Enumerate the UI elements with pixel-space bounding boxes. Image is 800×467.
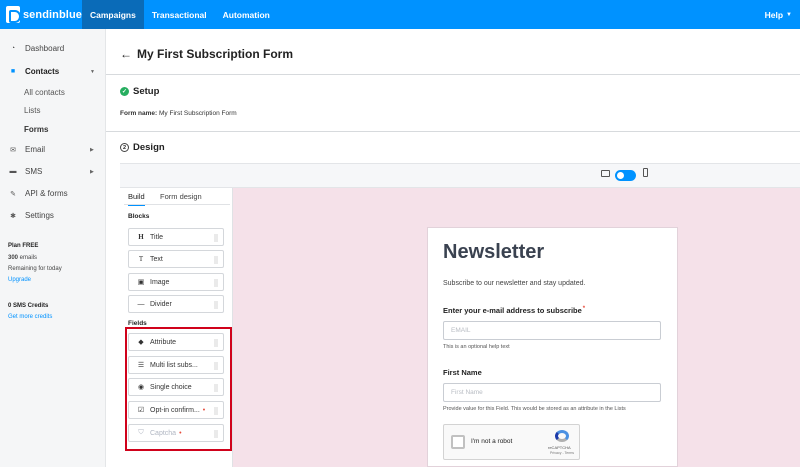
plan-emails: 300 emails [8,255,37,261]
block-title[interactable]: H Title [128,228,224,246]
drag-handle-icon[interactable] [214,234,218,242]
logo-text: sendinblue [22,8,82,21]
divider [106,74,800,75]
email-field[interactable]: EMAIL [443,321,661,340]
drag-handle-icon[interactable] [214,301,218,309]
sidebar-subitem-all-contacts[interactable]: All contacts [24,88,65,97]
plan-title: Plan FREE [8,243,39,249]
block-divider[interactable]: — Divider [128,295,224,313]
sidebar-item-label: API & forms [25,189,68,198]
plan-emails-label: emails [18,255,38,261]
sidebar-item-sms[interactable]: ▬ SMS ▶ [8,167,94,176]
setup-heading[interactable]: ✓ Setup [120,86,159,97]
tab-form-design[interactable]: Form design [160,192,202,204]
divider [106,131,800,132]
drag-handle-icon[interactable] [214,279,218,287]
recaptcha-widget[interactable]: I'm not a robot reCAPTCHA Privacy - Term… [443,424,580,460]
text-icon: T [138,255,144,263]
recaptcha-label: I'm not a robot [471,438,513,445]
sidebar-item-api-forms[interactable]: ✎ API & forms [8,189,68,198]
setup-heading-text: Setup [133,86,160,97]
top-navigation-bar: sendinblue Campaigns Transactional Autom… [0,0,800,29]
recaptcha-checkbox[interactable] [451,435,465,449]
fields-highlight-box [125,327,232,451]
check-circle-icon: ✓ [120,87,129,96]
sidebar-item-label: Email [25,145,46,154]
blocks-heading: Blocks [128,213,150,220]
help-menu[interactable]: Help ▼ [765,0,800,29]
design-heading[interactable]: 2 Design [120,142,165,153]
firstname-label[interactable]: First Name [443,368,482,377]
desktop-icon[interactable] [601,170,610,177]
block-label: Image [150,278,170,286]
firstname-help-text: Provide value for this Field. This would… [443,406,626,412]
sidebar-item-label: SMS [25,167,43,176]
email-help-text: This is an optional help text [443,344,510,350]
form-name-label: Form name: [120,110,158,117]
sidebar-subitem-forms[interactable]: Forms [24,125,48,134]
chevron-right-icon: ▶ [90,168,94,175]
sidebar-item-contacts[interactable]: ■ Contacts ▼ [8,67,95,76]
page-title-text: My First Subscription Form [137,47,294,61]
email-icon: ✉ [10,146,16,154]
sidebar-item-settings[interactable]: ✱ Settings [8,211,54,220]
required-star-icon: * [582,306,586,312]
gear-icon: ✱ [10,212,16,220]
sidebar-item-label: Dashboard [25,44,65,53]
form-preview-card: Newsletter Subscribe to our newsletter a… [427,227,678,467]
form-name-row: Form name: My First Subscription Form [120,110,237,117]
form-name-value: My First Subscription Form [159,110,237,117]
block-label: Title [150,233,163,241]
get-more-credits-link[interactable]: Get more credits [8,314,52,320]
image-icon: ▣ [137,279,145,286]
sidebar-item-label: Settings [25,211,54,220]
recaptcha-logo-icon [555,430,569,442]
sidebar-item-email[interactable]: ✉ Email ▶ [8,145,94,154]
nav-campaigns[interactable]: Campaigns [82,0,144,29]
back-arrow-icon[interactable]: ← [120,47,132,61]
email-label-text: Enter your e-mail address to subscribe [443,306,582,315]
nav-automation[interactable]: Automation [215,0,278,29]
page-title: ← My First Subscription Form [120,47,293,61]
recaptcha-terms[interactable]: Privacy - Terms [550,451,574,455]
device-toggle[interactable] [615,170,636,181]
sidebar-item-label: Contacts [25,67,60,76]
block-image[interactable]: ▣ Image [128,273,224,291]
sms-icon: ▬ [9,168,17,175]
divider-icon: — [137,300,145,308]
block-label: Divider [150,300,172,308]
step-number-icon: 2 [120,143,129,152]
drag-handle-icon[interactable] [214,256,218,264]
chevron-right-icon: ▶ [90,146,94,153]
plan-emails-count: 300 [8,255,19,261]
chevron-down-icon: ▼ [90,68,95,75]
recaptcha-brand: reCAPTCHA [548,445,571,450]
upgrade-link[interactable]: Upgrade [8,277,31,283]
logo[interactable]: sendinblue [0,0,82,29]
wrench-icon: ✎ [10,190,16,198]
sms-credits: 0 SMS Credits [8,303,49,309]
sidebar: ◔ Dashboard ■ Contacts ▼ All contacts Li… [0,29,106,467]
block-text[interactable]: T Text [128,250,224,268]
newsletter-title[interactable]: Newsletter [443,241,544,264]
device-toggle-bar [120,163,800,188]
help-label: Help [764,9,784,20]
mobile-icon[interactable] [643,168,648,177]
fields-heading: Fields [128,320,147,327]
block-label: Text [150,255,163,263]
email-label[interactable]: Enter your e-mail address to subscribe* [443,306,585,315]
heading-icon: H [138,233,144,241]
contacts-icon: ■ [10,68,16,75]
firstname-field[interactable]: First Name [443,383,661,402]
design-heading-text: Design [133,142,165,153]
chevron-down-icon: ▼ [786,11,792,18]
tab-divider [124,204,230,205]
sidebar-item-dashboard[interactable]: ◔ Dashboard [8,44,64,53]
sidebar-subitem-lists[interactable]: Lists [24,106,40,115]
dashboard-icon: ◔ [10,45,16,52]
plan-remaining: Remaining for today [8,266,62,272]
newsletter-subtitle[interactable]: Subscribe to our newsletter and stay upd… [443,280,585,287]
sendinblue-logo-icon [6,6,21,23]
nav-transactional[interactable]: Transactional [144,0,215,29]
